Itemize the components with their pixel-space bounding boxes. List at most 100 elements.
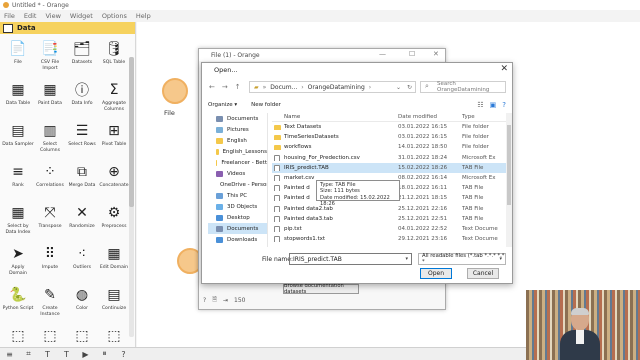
widget-merge-data[interactable]: ⧉ Merge Data [66, 161, 98, 201]
forward-arrow-icon[interactable]: → [222, 83, 228, 91]
file-row[interactable]: TimeSeriesDatasets 03.01.2022 16:15 File f… [272, 132, 506, 142]
filetype-dropdown-icon[interactable]: ▾ [499, 256, 502, 262]
address-bar[interactable]: ▰ » Docum... › OrangeDatamining › ⌄ ↻ [249, 81, 416, 93]
widget-select-rows[interactable]: ☰ Select Rows [66, 120, 98, 160]
widget-item-28[interactable]: ⬚ [2, 325, 34, 347]
text-annotation-icon[interactable]: T [57, 350, 76, 359]
refresh-icon[interactable]: ↻ [407, 84, 412, 91]
file-row[interactable]: stopwords1.txt 29.12.2021 23:16 Text Docum… [272, 234, 506, 244]
widget-item-30[interactable]: ⬚ [66, 325, 98, 347]
breadcrumb-orangedatamining[interactable]: OrangeDatamining [308, 84, 365, 91]
nav-item-desktop[interactable]: Desktop [208, 212, 267, 223]
widget-preprocess[interactable]: ⚙ Preprocess [98, 202, 130, 242]
open-button[interactable]: Open [420, 268, 452, 279]
nav-item-english[interactable]: English [208, 135, 267, 146]
widget-edit-domain[interactable]: ▦ Edit Domain [98, 243, 130, 283]
widget-item-29[interactable]: ⬚ [34, 325, 66, 347]
up-arrow-icon[interactable]: ↑ [235, 83, 241, 91]
widget-data-info[interactable]: ⓘ Data Info [66, 79, 98, 119]
widget-continuize[interactable]: ▤ Continuize [98, 284, 130, 324]
breadcrumb-documents[interactable]: Docum... [270, 84, 297, 91]
widget-impute[interactable]: ⠿ Impute [34, 243, 66, 283]
file-row[interactable]: pip.txt 04.01.2022 22:52 Text Docume [272, 224, 506, 234]
column-name[interactable]: Name [272, 114, 398, 120]
widget-rank[interactable]: ≡ Rank [2, 161, 34, 201]
nav-item-freelancer-bett[interactable]: Freelancer - Bett [208, 157, 267, 168]
file-row[interactable]: workflows 14.01.2022 18:50 File folder [272, 142, 506, 152]
report-icon[interactable]: 🗎 [212, 295, 217, 305]
text-icon[interactable]: T [38, 350, 57, 359]
nav-item-videos[interactable]: Videos [208, 168, 267, 179]
widget-pivot-table[interactable]: ⊞ Pivot Table [98, 120, 130, 160]
widget-item-31[interactable]: ⬚ [98, 325, 130, 347]
sidebar-scrollbar[interactable] [129, 57, 134, 337]
nav-item-downloads[interactable]: Downloads [208, 234, 267, 245]
widget-transpose[interactable]: ⤧ Transpose [34, 202, 66, 242]
filetype-select[interactable]: All readable files (*.tab *.*.* *.* * ▾ [418, 253, 506, 265]
widget-file[interactable]: 📄 File [2, 38, 34, 78]
widget-sql-table[interactable]: 🛢 SQL Table [98, 38, 130, 78]
nav-item-documents[interactable]: Documents [208, 223, 267, 234]
maximize-icon[interactable]: ☐ [409, 50, 415, 58]
dialog-close-icon[interactable]: ✕ [500, 64, 508, 74]
widget-create-instance[interactable]: ✎ Create Instance [34, 284, 66, 324]
filename-dropdown-icon[interactable]: ▾ [405, 256, 408, 262]
sidebar-scroll-thumb[interactable] [129, 57, 134, 207]
organize-button[interactable]: Organize ▾ [208, 102, 237, 108]
menu-edit[interactable]: Edit [24, 12, 37, 20]
widget-apply-domain[interactable]: ➤ Apply Domain [2, 243, 34, 283]
grid-icon[interactable]: ⌗ [19, 349, 38, 359]
file-row[interactable]: IRIS_predict.TAB 15.02.2022 18:26 TAB File [272, 162, 506, 173]
column-date-modified[interactable]: Date modified [398, 114, 462, 120]
help-icon[interactable]: ? [114, 350, 133, 359]
nav-item-english-lessons[interactable]: English_Lessons [208, 146, 267, 157]
nav-item-this-pc[interactable]: This PC [208, 190, 267, 201]
close-icon[interactable]: ✕ [433, 50, 439, 58]
preview-pane-icon[interactable]: ▣ [490, 101, 497, 109]
list-icon[interactable]: ≡ [0, 350, 19, 359]
widget-concatenate[interactable]: ⊕ Concatenate [98, 161, 130, 201]
widget-aggregate-columns[interactable]: Σ Aggregate Columns [98, 79, 130, 119]
cancel-button[interactable]: Cancel [467, 268, 499, 279]
widget-randomize[interactable]: ✕ Randomize [66, 202, 98, 242]
nav-item-3d-objects[interactable]: 3D Objects [208, 201, 267, 212]
back-arrow-icon[interactable]: ← [209, 83, 215, 91]
new-folder-button[interactable]: New folder [251, 102, 281, 108]
file-list-scroll-thumb[interactable] [507, 125, 511, 205]
browse-documentation-button[interactable]: Browse documentation datasets [283, 283, 359, 295]
widget-correlations[interactable]: ⁘ Correlations [34, 161, 66, 201]
menu-view[interactable]: View [45, 12, 60, 20]
nav-item-pictures[interactable]: Pictures [208, 124, 267, 135]
nav-item-onedrive-person[interactable]: OneDrive - Person [208, 179, 267, 190]
menu-file[interactable]: File [4, 12, 15, 20]
widget-data-sampler[interactable]: ▤ Data Sampler [2, 120, 34, 160]
widget-select-columns[interactable]: ▥ Select Columns [34, 120, 66, 160]
widget-select-by-data-index[interactable]: ▦ Select by Data Index [2, 202, 34, 242]
column-type[interactable]: Type [462, 114, 504, 120]
view-options-icon[interactable]: ☷ [477, 101, 483, 109]
pause-icon[interactable]: ⏸ [95, 349, 114, 359]
widget-python-script[interactable]: 🐍 Python Script [2, 284, 34, 324]
widget-outliers[interactable]: ⁖ Outliers [66, 243, 98, 283]
widget-color[interactable]: ◍ Color [66, 284, 98, 324]
file-widget-node[interactable] [162, 78, 188, 104]
help-icon-dialog[interactable]: ? [502, 101, 506, 109]
help-icon[interactable]: ? [203, 297, 206, 304]
widget-datasets[interactable]: 🗂 Datasets [66, 38, 98, 78]
widget-csv-file-import[interactable]: 📑 CSV File Import [34, 38, 66, 78]
menu-options[interactable]: Options [102, 12, 127, 20]
category-header-data[interactable]: Data [0, 22, 135, 34]
minimize-icon[interactable]: — [379, 50, 386, 58]
file-row[interactable]: Text Datasets 03.01.2022 16:15 File folder [272, 122, 506, 132]
play-icon[interactable]: ▶ [76, 350, 95, 359]
menu-widget[interactable]: Widget [70, 12, 93, 20]
widget-data-table[interactable]: ▦ Data Table [2, 79, 34, 119]
nav-item-documents[interactable]: Documents [208, 113, 267, 124]
search-box[interactable]: ⌕ Search OrangeDatamining [420, 81, 506, 93]
file-row[interactable]: housing_For_Predection.csv 31.01.2022 18:… [272, 153, 506, 163]
menu-help[interactable]: Help [136, 12, 151, 20]
address-dropdown-icon[interactable]: ⌄ [396, 84, 401, 91]
widget-paint-data[interactable]: ▦ Paint Data [34, 79, 66, 119]
filename-input[interactable]: IRIS_predict.TAB ▾ [289, 253, 412, 265]
file-row[interactable]: Painted data3.tab 25.12.2021 22:51 TAB Fil… [272, 214, 506, 224]
